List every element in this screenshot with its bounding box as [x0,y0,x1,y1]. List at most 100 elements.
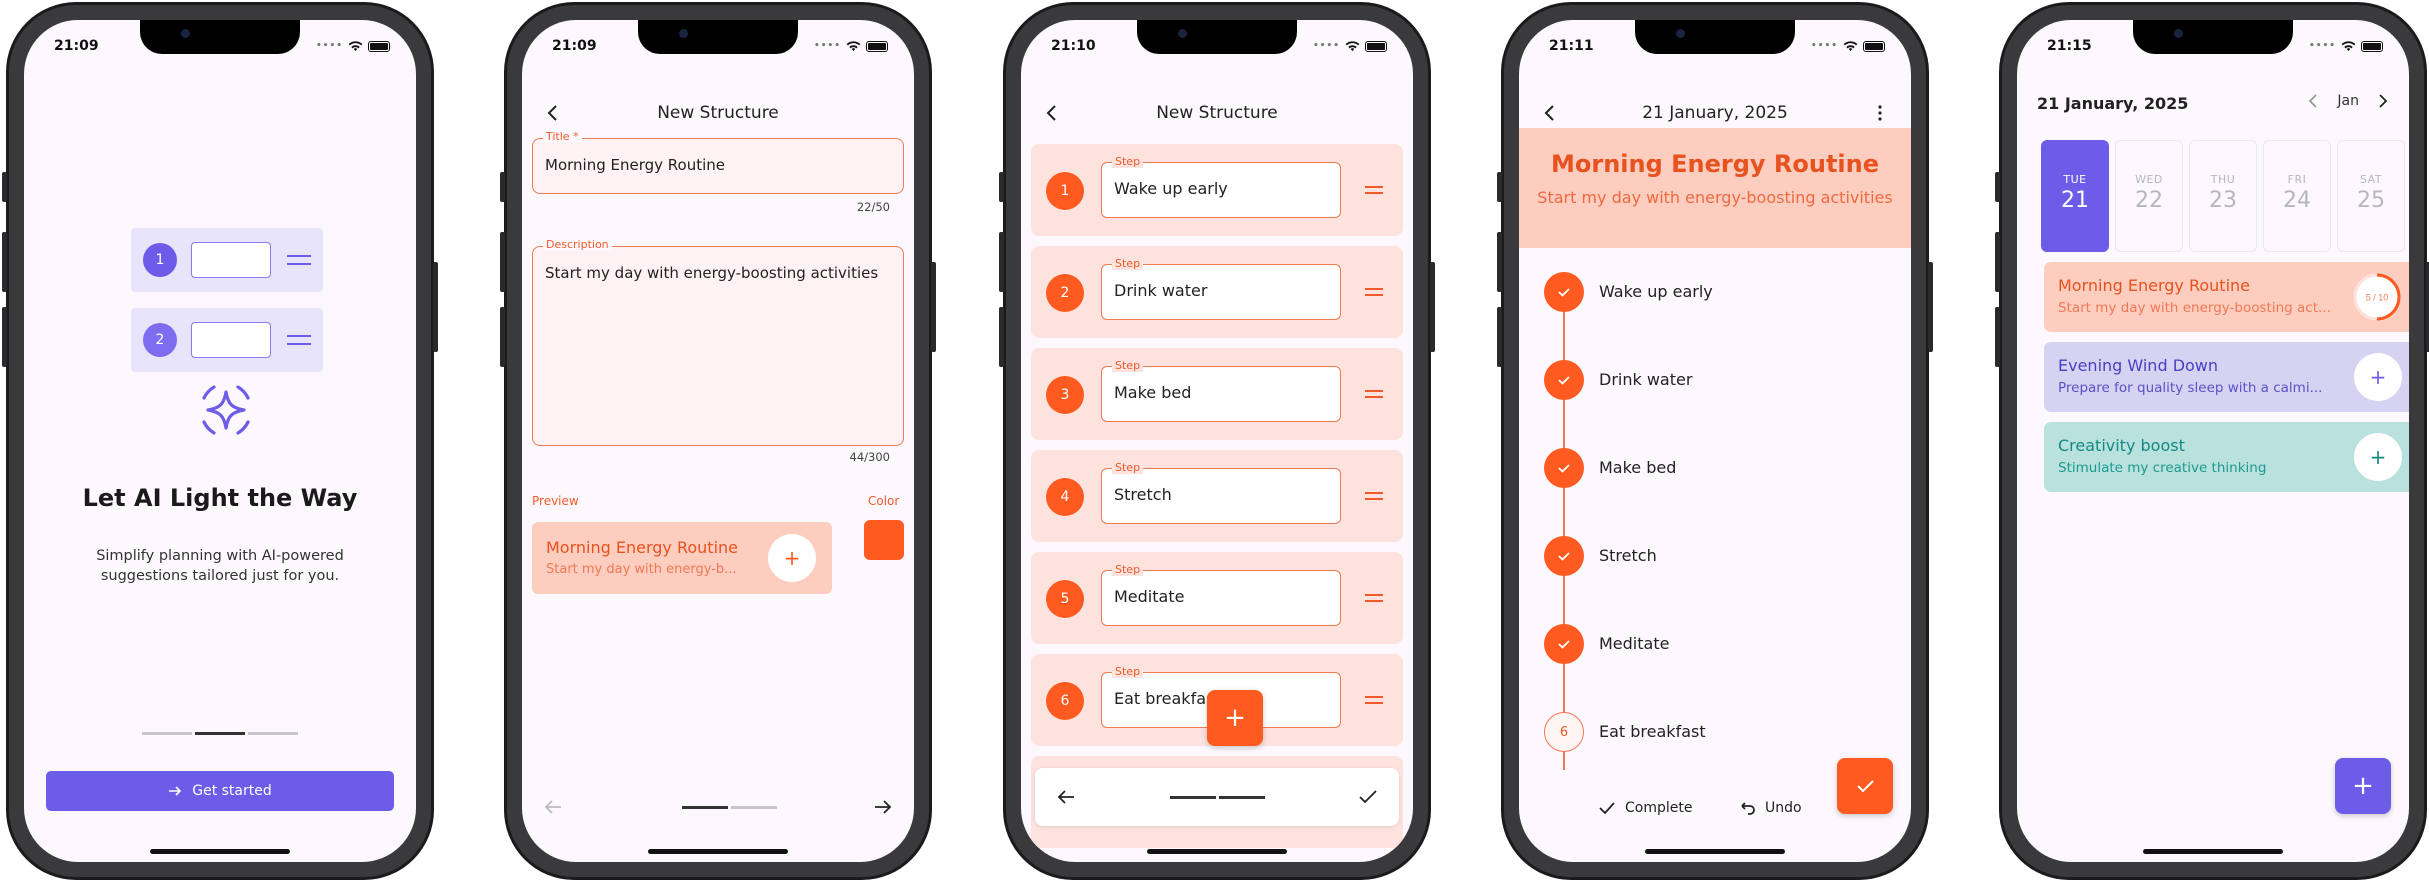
back-icon[interactable] [542,102,564,124]
progress-text: 5 / 10 [2366,293,2389,303]
wifi-icon [1843,40,1858,51]
arrow-left-icon[interactable] [1055,786,1077,808]
step-input[interactable]: Step Stretch [1101,461,1341,524]
complete-label: Complete [1625,800,1693,816]
arrow-right-icon[interactable] [872,796,894,818]
get-started-label: Get started [192,783,272,799]
routine-card-title: Morning Energy Routine [2058,276,2250,295]
check-icon [1599,802,1615,815]
day-thu[interactable]: THU 23 [2189,140,2257,252]
undo-icon [1741,802,1755,815]
step-done-check[interactable] [1544,272,1584,312]
page-title: New Structure [657,103,779,123]
step-done-check[interactable] [1544,536,1584,576]
check-icon [1558,376,1570,385]
drag-handle-icon [287,335,311,345]
add-routine-button[interactable]: + [2335,758,2391,814]
preview-card-title: Morning Energy Routine [546,538,738,557]
step-input[interactable]: Step Drink water [1101,257,1341,320]
step-label: Step [1112,563,1144,576]
complete-button[interactable]: Complete [1597,798,1692,818]
phone-calendar: 21:15 •••• 21 January, 2025 Jan TUE 21 W… [1995,2,2429,880]
title-counter: 22/50 [856,200,890,214]
battery-icon [866,40,888,52]
step-pending-number[interactable]: 6 [1544,712,1584,752]
illustration-number: 1 [143,243,177,277]
step-value: Drink water [1114,281,1208,300]
wifi-icon [1345,40,1360,51]
screen-routine-detail: 21:11 •••• 21 January, 2025 Morning Ener… [1519,20,1911,862]
description-field[interactable]: Description Start my day with energy-boo… [532,238,904,446]
wifi-icon [348,40,363,51]
title-field[interactable]: Title * Morning Energy Routine [532,130,904,194]
color-label: Color [868,494,900,508]
description-field-value: Start my day with energy-boosting activi… [545,264,879,282]
screen-onboarding: 21:09 •••• 1 2 Let AI Light the Way Simp… [24,20,416,862]
timeline-step-label: Meditate [1599,634,1670,653]
screen-new-structure: 21:09 •••• New Structure Title * Morning… [522,20,914,862]
undo-button[interactable]: Undo [1737,798,1802,818]
sparkle-icon [202,385,250,435]
title-field-label: Title * [543,130,582,143]
check-icon [1558,640,1570,649]
drag-handle-icon[interactable] [1365,492,1383,500]
color-swatch[interactable] [864,520,904,560]
page-indicator [1170,796,1265,799]
mark-done-button[interactable] [1837,758,1893,814]
step-label: Step [1112,665,1144,678]
back-icon[interactable] [1539,102,1561,124]
check-icon[interactable] [1357,786,1379,808]
routine-card-morning[interactable]: Morning Energy Routine Start my day with… [2044,262,2409,332]
arrow-left-icon[interactable] [542,796,564,818]
check-icon [1558,464,1570,473]
signal-icon: •••• [1810,41,1838,51]
step-row: 5 Step Meditate [1031,552,1403,644]
add-step-button[interactable]: + [1207,690,1263,746]
title-field-value: Morning Energy Routine [545,156,725,174]
add-icon[interactable]: + [2354,433,2402,481]
page-title: 21 January, 2025 [1642,103,1788,123]
more-vertical-icon[interactable] [1869,102,1891,124]
chevron-right-icon[interactable] [2373,92,2391,110]
routine-card-creativity[interactable]: Creativity boost Stimulate my creative t… [2044,422,2409,492]
step-number: 4 [1046,478,1084,516]
back-icon[interactable] [1041,102,1063,124]
drag-handle-icon[interactable] [1365,288,1383,296]
step-label: Step [1112,461,1144,474]
description-counter: 44/300 [849,450,890,464]
step-done-check[interactable] [1544,624,1584,664]
drag-handle-icon[interactable] [1365,390,1383,398]
drag-handle-icon[interactable] [1365,594,1383,602]
timeline-step-label: Wake up early [1599,282,1713,301]
illustration-row-2: 2 [131,308,323,372]
phone-routine-detail: 21:11 •••• 21 January, 2025 Morning Ener… [1497,2,1933,880]
day-name: FRI [2287,173,2307,186]
step-input[interactable]: Step Make bed [1101,359,1341,422]
drag-handle-icon[interactable] [1365,186,1383,194]
day-number: 23 [2209,188,2237,213]
step-done-check[interactable] [1544,448,1584,488]
status-time: 21:09 [552,38,597,54]
day-sat[interactable]: SAT 25 [2337,140,2405,252]
signal-icon: •••• [1312,41,1340,51]
routine-card-evening[interactable]: Evening Wind Down Prepare for quality sl… [2044,342,2409,412]
timeline-step-label: Eat breakfast [1599,722,1706,741]
day-fri[interactable]: FRI 24 [2263,140,2331,252]
screen-calendar: 21:15 •••• 21 January, 2025 Jan TUE 21 W… [2017,20,2409,862]
step-input[interactable]: Step Wake up early [1101,155,1341,218]
step-done-check[interactable] [1544,360,1584,400]
day-wed[interactable]: WED 22 [2115,140,2183,252]
get-started-button[interactable]: Get started [46,771,394,811]
description-field-label: Description [543,238,612,251]
step-input[interactable]: Step Meditate [1101,563,1341,626]
preview-card: Morning Energy Routine Start my day with… [532,522,832,594]
add-icon[interactable]: + [2354,353,2402,401]
arrow-right-icon [169,786,182,796]
step-value: Wake up early [1114,179,1228,198]
wifi-icon [846,40,861,51]
day-tue[interactable]: TUE 21 [2041,140,2109,252]
step-number: 1 [1046,172,1084,210]
step-row: 1 Step Wake up early [1031,144,1403,236]
chevron-left-icon[interactable] [2305,92,2323,110]
drag-handle-icon[interactable] [1365,696,1383,704]
